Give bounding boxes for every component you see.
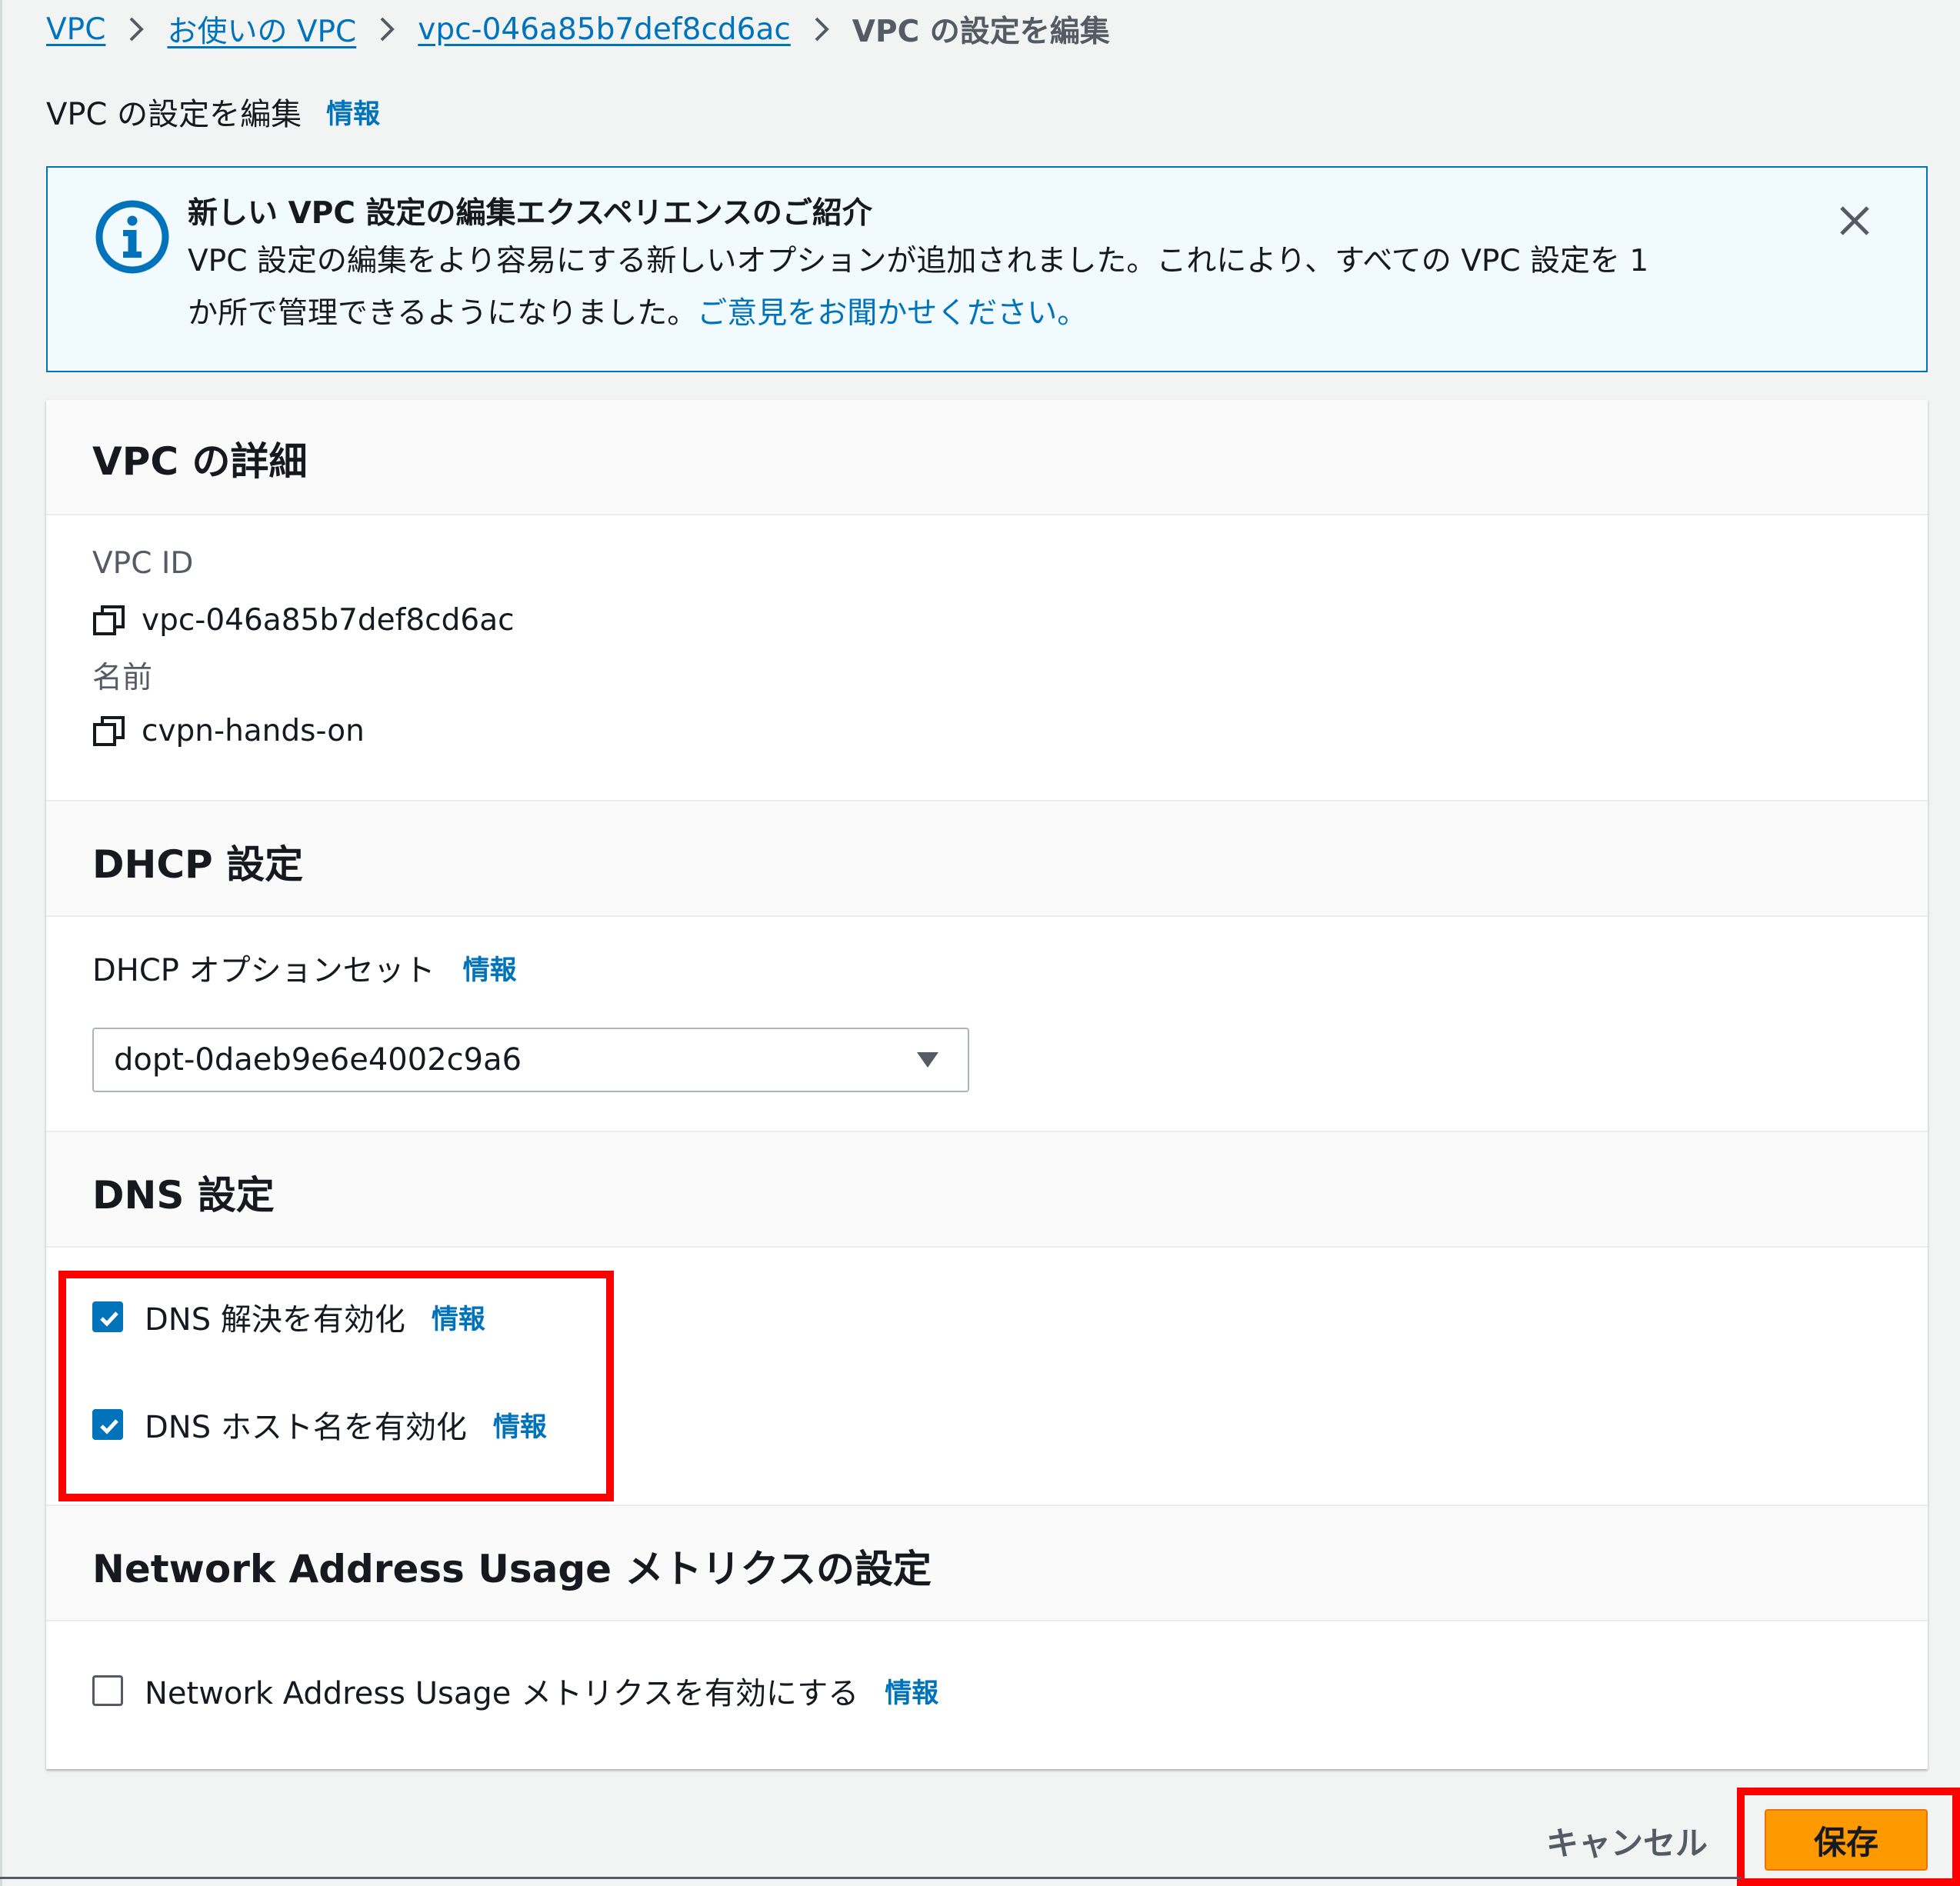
dhcp-settings-title: DHCP 設定 [92,842,304,887]
bottom-divider [0,1877,1742,1879]
dhcp-settings-header: DHCP 設定 [46,800,1928,917]
flash-body-line2: か所で管理できるようになりました。 [188,296,698,331]
dns-hostnames-label[interactable]: DNS ホスト名を有効化 [145,1402,467,1447]
breadcrumb-your-vpcs-link[interactable]: お使いの VPC [167,8,356,51]
breadcrumb: VPC お使いの VPC vpc-046a85b7def8cd6ac VPC の… [46,6,1110,52]
info-flash-banner: 新しい VPC 設定の編集エクスペリエンスのご紹介 VPC 設定の編集をより容易… [46,166,1928,372]
dhcp-option-set-select[interactable]: dopt-0daeb9e6e4002c9a6 [92,1028,969,1092]
nau-settings-header: Network Address Usage メトリクスの設定 [46,1504,1928,1621]
chevron-right-icon [356,15,418,43]
caret-down-icon [917,1052,938,1068]
dns-resolution-checkbox[interactable] [92,1301,123,1332]
dns-settings-header: DNS 設定 [46,1131,1928,1248]
nau-enable-row: Network Address Usage メトリクスを有効にする 情報 [92,1668,938,1714]
dhcp-option-set-selected: dopt-0daeb9e6e4002c9a6 [114,1042,522,1078]
copy-icon[interactable] [92,604,126,638]
vpc-id-label: VPC ID [92,546,194,581]
breadcrumb-current: VPC の設定を編集 [852,15,1110,49]
edit-vpc-settings-container: VPC の詳細 VPC ID vpc-046a85b7def8cd6ac 名前 … [46,400,1928,1769]
dns-hostnames-checkbox[interactable] [92,1409,123,1440]
flash-body-line1: VPC 設定の編集をより容易にする新しいオプションが追加されました。これにより、… [188,244,1649,278]
page-info-link[interactable]: 情報 [326,92,380,132]
checkmark-icon [100,1311,118,1327]
name-value: cvpn-hands-on [142,714,365,748]
dns-resolution-label[interactable]: DNS 解決を有効化 [145,1295,405,1339]
vpc-details-header: VPC の詳細 [46,400,1928,515]
copy-icon[interactable] [92,715,126,748]
chevron-right-icon [105,15,167,43]
dhcp-option-set-label: DHCP オプションセット [92,953,435,988]
dns-settings-title: DNS 設定 [92,1173,275,1218]
cancel-button[interactable]: キャンセル [1546,1814,1708,1868]
flash-content: 新しい VPC 設定の編集エクスペリエンスのご紹介 VPC 設定の編集をより容易… [188,192,1834,340]
nau-enable-label[interactable]: Network Address Usage メトリクスを有効にする [145,1668,858,1713]
dhcp-info-link[interactable]: 情報 [463,948,517,988]
nau-info-link[interactable]: 情報 [885,1671,938,1711]
dhcp-option-set-label-row: DHCP オプションセット 情報 [92,945,517,991]
vpc-details-title: VPC の詳細 [92,439,308,484]
flash-body: VPC 設定の編集をより容易にする新しいオプションが追加されました。これにより、… [188,235,1834,340]
chevron-right-icon [791,15,852,43]
info-circle-icon [95,200,169,274]
dns-hostnames-info-link[interactable]: 情報 [493,1405,547,1444]
checkmark-icon [100,1419,118,1434]
page-title: VPC の設定を編集 [46,97,302,132]
page-title-row: VPC の設定を編集 情報 [46,88,380,135]
name-value-row: cvpn-hands-on [92,714,365,748]
dns-resolution-row: DNS 解決を有効化 情報 [92,1294,485,1340]
dns-resolution-info-link[interactable]: 情報 [432,1298,485,1337]
breadcrumb-vpc-id-link[interactable]: vpc-046a85b7def8cd6ac [418,12,791,47]
vpc-id-value-row: vpc-046a85b7def8cd6ac [92,603,515,638]
page: VPC お使いの VPC vpc-046a85b7def8cd6ac VPC の… [0,0,1960,1886]
nau-enable-checkbox[interactable] [92,1675,123,1706]
close-icon[interactable] [1835,202,1874,240]
dns-hostnames-row: DNS ホスト名を有効化 情報 [92,1401,547,1448]
page-left-border [0,0,2,1886]
nau-settings-title: Network Address Usage メトリクスの設定 [92,1547,932,1591]
vpc-id-value: vpc-046a85b7def8cd6ac [142,603,515,638]
name-label: 名前 [92,661,153,695]
breadcrumb-vpc-link[interactable]: VPC [46,12,105,47]
feedback-link[interactable]: ご意見をお聞かせください。 [697,296,1087,331]
flash-title: 新しい VPC 設定の編集エクスペリエンスのご紹介 [188,196,872,231]
save-button[interactable]: 保存 [1765,1809,1928,1871]
